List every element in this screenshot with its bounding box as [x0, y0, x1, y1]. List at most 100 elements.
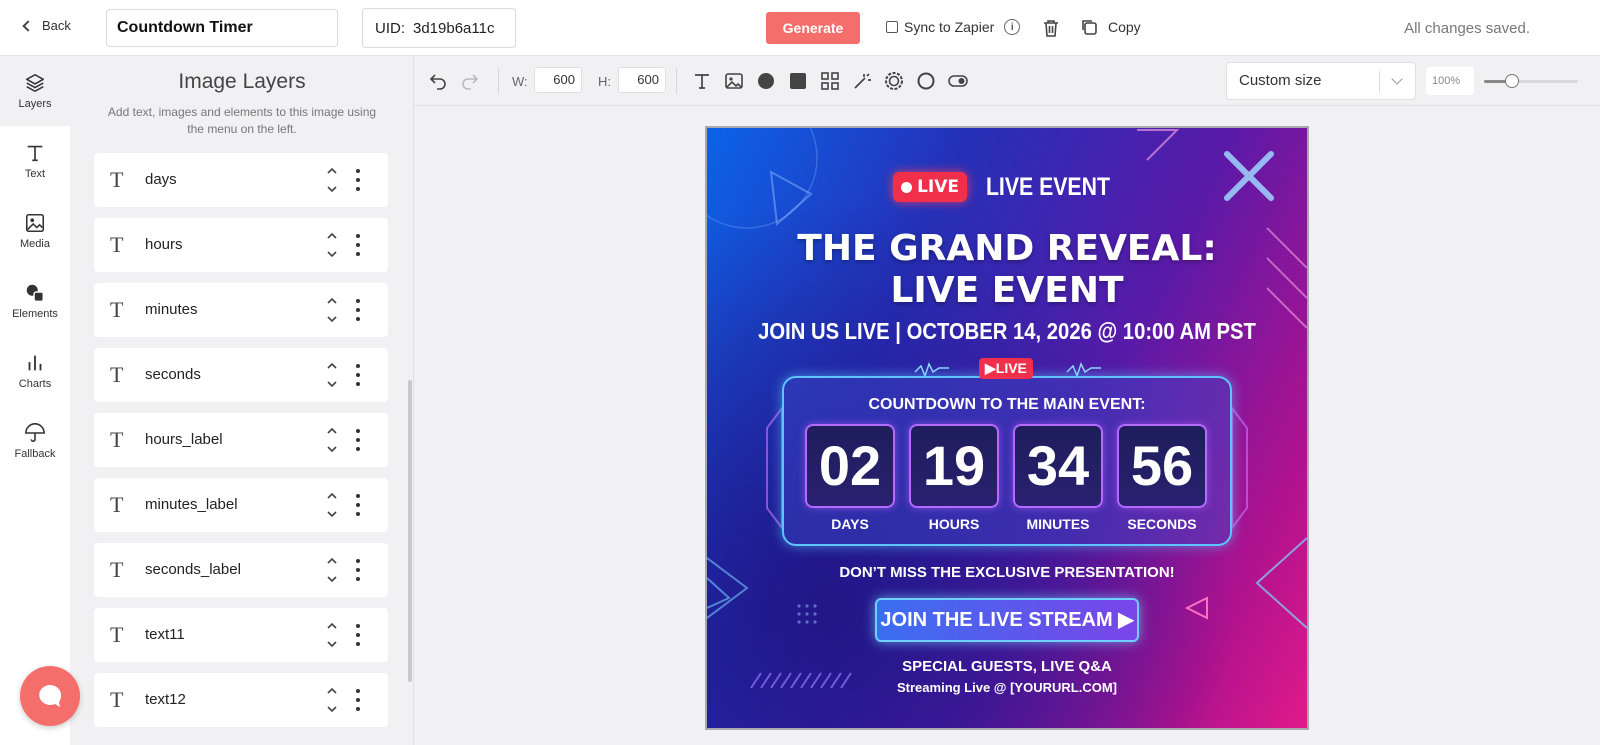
seconds-label: SECONDS — [1127, 516, 1197, 532]
text-icon — [27, 145, 43, 162]
live-pill-label: LIVE — [917, 177, 960, 197]
reorder-icon[interactable] — [326, 360, 338, 390]
info-icon[interactable]: i — [1004, 19, 1021, 35]
poster-tagline: DON’T MISS THE EXCLUSIVE PRESENTATION! — [839, 564, 1175, 581]
layer-name: seconds_label — [145, 561, 241, 578]
countdown-ring-icon[interactable] — [884, 71, 904, 91]
rail-item-elements[interactable]: Elements — [0, 266, 70, 336]
sync-checkbox[interactable] — [886, 21, 898, 33]
width-input[interactable]: 600 — [534, 67, 582, 93]
poster-title-line1: THE GRAND REVEAL: — [797, 228, 1217, 269]
chevron-left-icon — [22, 19, 34, 32]
poster-title-line2: LIVE EVENT — [890, 270, 1124, 311]
layer-item[interactable]: Ttext12 — [94, 673, 388, 727]
rectangle-shape-icon[interactable] — [788, 71, 808, 91]
reorder-icon[interactable] — [326, 165, 338, 195]
live-pill: LIVE — [893, 172, 968, 202]
uid-label: UID: — [375, 19, 405, 37]
height-input[interactable]: 600 — [618, 67, 666, 93]
back-button[interactable]: Back — [22, 18, 71, 33]
reorder-icon[interactable] — [326, 685, 338, 715]
grid-icon[interactable] — [820, 71, 840, 91]
layer-name: minutes_label — [145, 496, 238, 513]
countdown-heading: COUNTDOWN TO THE MAIN EVENT: — [868, 396, 1146, 413]
more-options-icon[interactable] — [356, 299, 360, 321]
layers-panel: Image Layers Add text, images and elemen… — [70, 56, 414, 745]
circle-shape-icon[interactable] — [756, 71, 776, 91]
redo-icon[interactable] — [460, 71, 480, 91]
layers-icon — [25, 73, 45, 93]
add-text-icon[interactable] — [692, 71, 712, 91]
layer-name: hours — [145, 236, 183, 253]
rail-item-media[interactable]: Media — [0, 196, 70, 266]
live-badge: ▶LIVE — [979, 358, 1033, 379]
add-image-icon[interactable] — [724, 71, 744, 91]
layer-item[interactable]: Tminutes — [94, 283, 388, 337]
rail-item-charts[interactable]: Charts — [0, 336, 70, 406]
more-options-icon[interactable] — [356, 689, 360, 711]
reorder-icon[interactable] — [326, 230, 338, 260]
chat-button[interactable] — [20, 666, 80, 726]
join-stream-button: JOIN THE LIVE STREAM ▶ — [875, 598, 1139, 642]
back-label: Back — [42, 18, 71, 33]
layer-item[interactable]: Tdays — [94, 153, 388, 207]
toolbar-divider — [676, 68, 677, 94]
more-options-icon[interactable] — [356, 494, 360, 516]
rail-label: Fallback — [14, 448, 56, 460]
sync-zapier-toggle[interactable]: Sync to Zapier i — [886, 19, 1021, 35]
size-preset-select[interactable]: Custom size — [1226, 62, 1416, 100]
magic-wand-icon[interactable] — [852, 71, 872, 91]
text-layer-icon: T — [110, 232, 124, 257]
reorder-icon[interactable] — [326, 295, 338, 325]
more-options-icon[interactable] — [356, 364, 360, 386]
height-label: H: — [598, 74, 611, 89]
hours-label: HOURS — [928, 516, 980, 532]
shapes-icon — [26, 284, 44, 302]
layer-item[interactable]: Tseconds_label — [94, 543, 388, 597]
text-layer-icon: T — [110, 167, 124, 192]
minutes-label: MINUTES — [1026, 516, 1090, 532]
more-options-icon[interactable] — [356, 429, 360, 451]
live-event-label: LIVE EVENT — [985, 172, 1110, 201]
text-layer-icon: T — [110, 427, 124, 452]
layer-item[interactable]: Tminutes_label — [94, 478, 388, 532]
reorder-icon[interactable] — [326, 425, 338, 455]
copy-button[interactable]: Copy — [1080, 18, 1141, 36]
days-value: 02 — [805, 424, 895, 508]
rail-item-fallback[interactable]: Fallback — [0, 406, 70, 476]
layer-item[interactable]: Ttext11 — [94, 608, 388, 662]
more-options-icon[interactable] — [356, 169, 360, 191]
uid-field[interactable]: UID: 3d19b6a11c — [362, 8, 516, 48]
umbrella-icon — [25, 423, 45, 443]
zoom-slider-thumb[interactable] — [1505, 74, 1520, 88]
toggle-element-icon[interactable] — [948, 71, 968, 91]
layer-item[interactable]: Thours_label — [94, 413, 388, 467]
undo-icon[interactable] — [428, 71, 448, 91]
template-name-input[interactable] — [106, 9, 338, 47]
reorder-icon[interactable] — [326, 555, 338, 585]
more-options-icon[interactable] — [356, 624, 360, 646]
chat-icon — [39, 685, 62, 707]
rail-item-text[interactable]: Text — [0, 126, 70, 196]
trash-icon[interactable] — [1042, 18, 1060, 43]
layer-item[interactable]: Thours — [94, 218, 388, 272]
rail-item-layers[interactable]: Layers — [0, 56, 70, 126]
generate-button[interactable]: Generate — [766, 12, 860, 44]
zoom-level[interactable]: 100% — [1426, 67, 1474, 95]
seconds-value: 56 — [1117, 424, 1207, 508]
ring-shape-icon[interactable] — [916, 71, 936, 91]
layer-item[interactable]: Tseconds — [94, 348, 388, 402]
panel-scrollbar[interactable] — [408, 380, 412, 682]
text-layer-icon: T — [110, 687, 124, 712]
more-options-icon[interactable] — [356, 234, 360, 256]
reorder-icon[interactable] — [326, 620, 338, 650]
rail-label: Elements — [12, 308, 58, 320]
reorder-icon[interactable] — [326, 490, 338, 520]
sync-label: Sync to Zapier — [904, 19, 995, 35]
minutes-value: 34 — [1013, 424, 1103, 508]
poster-url: Streaming Live @ [YOURURL.COM] — [897, 680, 1117, 695]
chevron-down-icon — [1379, 71, 1415, 93]
days-label: DAYS — [831, 516, 869, 532]
canvas-image[interactable]: LIVE LIVE EVENT THE GRAND REVEAL: LIVE E… — [705, 126, 1309, 730]
more-options-icon[interactable] — [356, 559, 360, 581]
